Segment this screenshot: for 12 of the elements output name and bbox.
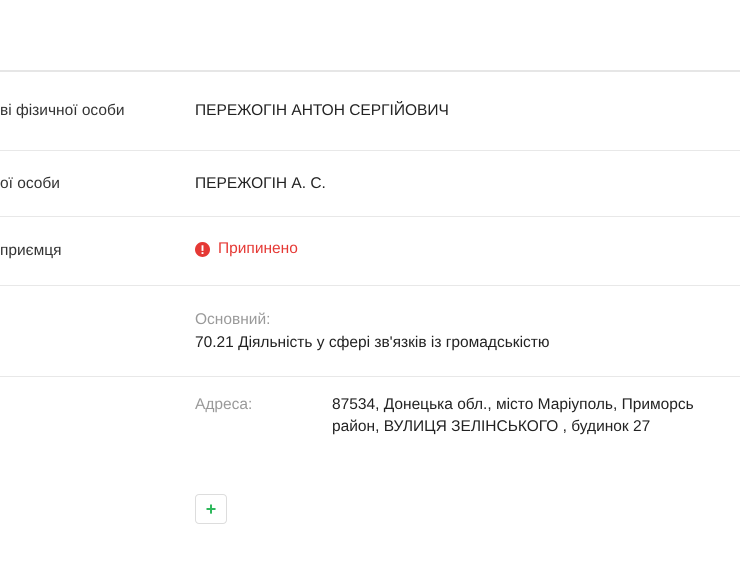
add-button[interactable]: + [195, 494, 227, 524]
field-label: ві фізичної особи [0, 102, 126, 120]
field-caption: Основний: [195, 310, 272, 328]
field-caption: Адреса: [195, 396, 254, 415]
field-value: ПЕРЕЖОГІН АНТОН СЕРГІЙОВИЧ [195, 102, 449, 119]
address-line: 87534, Донецька обл., місто Маріуполь, Приморсь [332, 396, 695, 414]
status-text: Припинено [218, 240, 298, 258]
field-label: приємця [0, 242, 63, 260]
field-label: ої особи [0, 174, 61, 192]
field-value: ПЕРЕЖОГІН А. С. [195, 174, 326, 192]
address-line: район, ВУЛИЦЯ ЗЕЛІНСЬКОГО , будинок 27 [332, 418, 652, 436]
activity-text: 70.21 Діяльність у сфері зв'язків із громадськістю [195, 334, 550, 352]
